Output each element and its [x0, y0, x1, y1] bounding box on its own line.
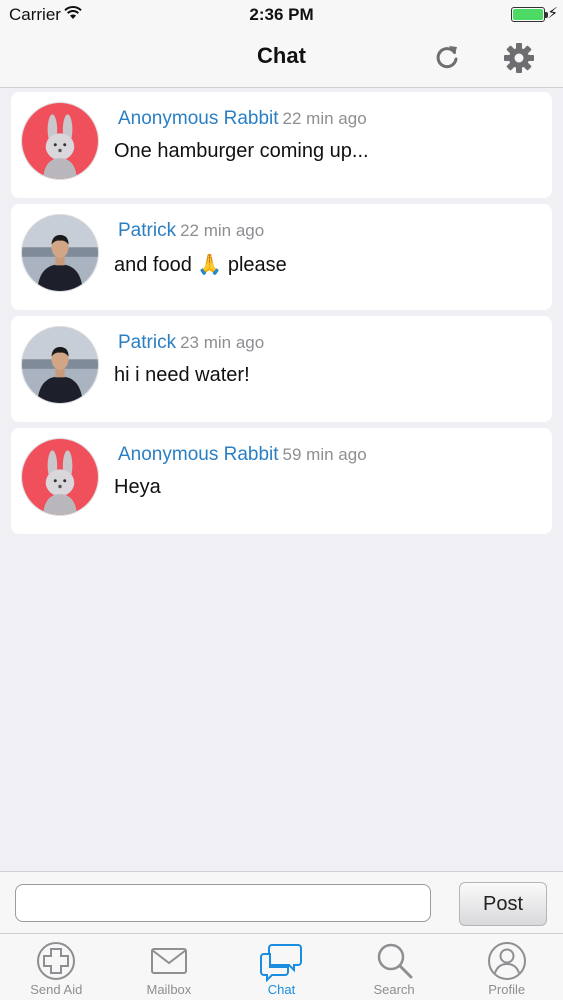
tab-label: Profile	[488, 982, 526, 997]
sender-name[interactable]: Patrick	[118, 220, 176, 241]
status-time: 2:36 PM	[249, 5, 314, 24]
page-title: Chat	[257, 43, 306, 68]
settings-gear-icon[interactable]	[501, 40, 537, 76]
message-text: One hamburger coming up...	[114, 140, 369, 162]
message-text: Heya	[114, 476, 161, 498]
message-time: 23 min ago	[180, 333, 265, 352]
message-composer: Post	[0, 871, 563, 933]
battery-icon	[511, 7, 548, 22]
tab-send-aid[interactable]: Send Aid	[0, 934, 113, 1000]
person-photo-avatar[interactable]	[21, 326, 99, 404]
magnifier-icon	[377, 943, 413, 979]
sender-name[interactable]: Patrick	[118, 332, 176, 353]
refresh-icon[interactable]	[430, 40, 464, 74]
charging-bolt-icon: ⚡︎	[547, 5, 558, 22]
post-button[interactable]: Post	[459, 882, 547, 926]
navigation-bar: Chat	[0, 30, 563, 88]
tab-chat[interactable]: Chat	[225, 934, 338, 1000]
envelope-icon	[150, 948, 187, 974]
message-list[interactable]: Anonymous Rabbit 22 min ago One hamburger…	[11, 92, 552, 540]
message-card[interactable]: Anonymous Rabbit 22 min ago One hamburger…	[11, 92, 552, 198]
message-input[interactable]	[15, 884, 431, 922]
plus-circle-icon	[37, 942, 76, 980]
message-time: 22 min ago	[282, 109, 367, 128]
tab-bar: Send Aid Mailbox Chat Search Profile	[0, 933, 563, 1000]
tab-label: Mailbox	[146, 982, 192, 997]
message-card[interactable]: Patrick 23 min ago hi i need water!	[11, 316, 552, 422]
tab-label: Chat	[267, 982, 296, 997]
message-text: and food 🙏 please	[114, 254, 287, 276]
tab-label: Search	[373, 982, 415, 997]
message-time: 22 min ago	[180, 221, 265, 240]
tab-profile[interactable]: Profile	[450, 934, 563, 1000]
sender-name[interactable]: Anonymous Rabbit	[118, 444, 279, 465]
message-card[interactable]: Patrick 22 min ago and food 🙏 please	[11, 204, 552, 310]
tab-search[interactable]: Search	[338, 934, 451, 1000]
person-icon	[487, 942, 526, 980]
rabbit-avatar[interactable]	[21, 438, 99, 516]
person-photo-avatar[interactable]	[21, 214, 99, 292]
message-card[interactable]: Anonymous Rabbit 59 min ago Heya	[11, 428, 552, 534]
status-bar: Carrier 2:36 PM ⚡︎	[0, 0, 563, 30]
message-time: 59 min ago	[282, 445, 367, 464]
tab-mailbox[interactable]: Mailbox	[113, 934, 226, 1000]
message-text: hi i need water!	[114, 364, 250, 386]
rabbit-avatar[interactable]	[21, 102, 99, 180]
tab-label: Send Aid	[30, 982, 83, 997]
chat-bubbles-icon	[260, 944, 303, 982]
sender-name[interactable]: Anonymous Rabbit	[118, 108, 279, 129]
